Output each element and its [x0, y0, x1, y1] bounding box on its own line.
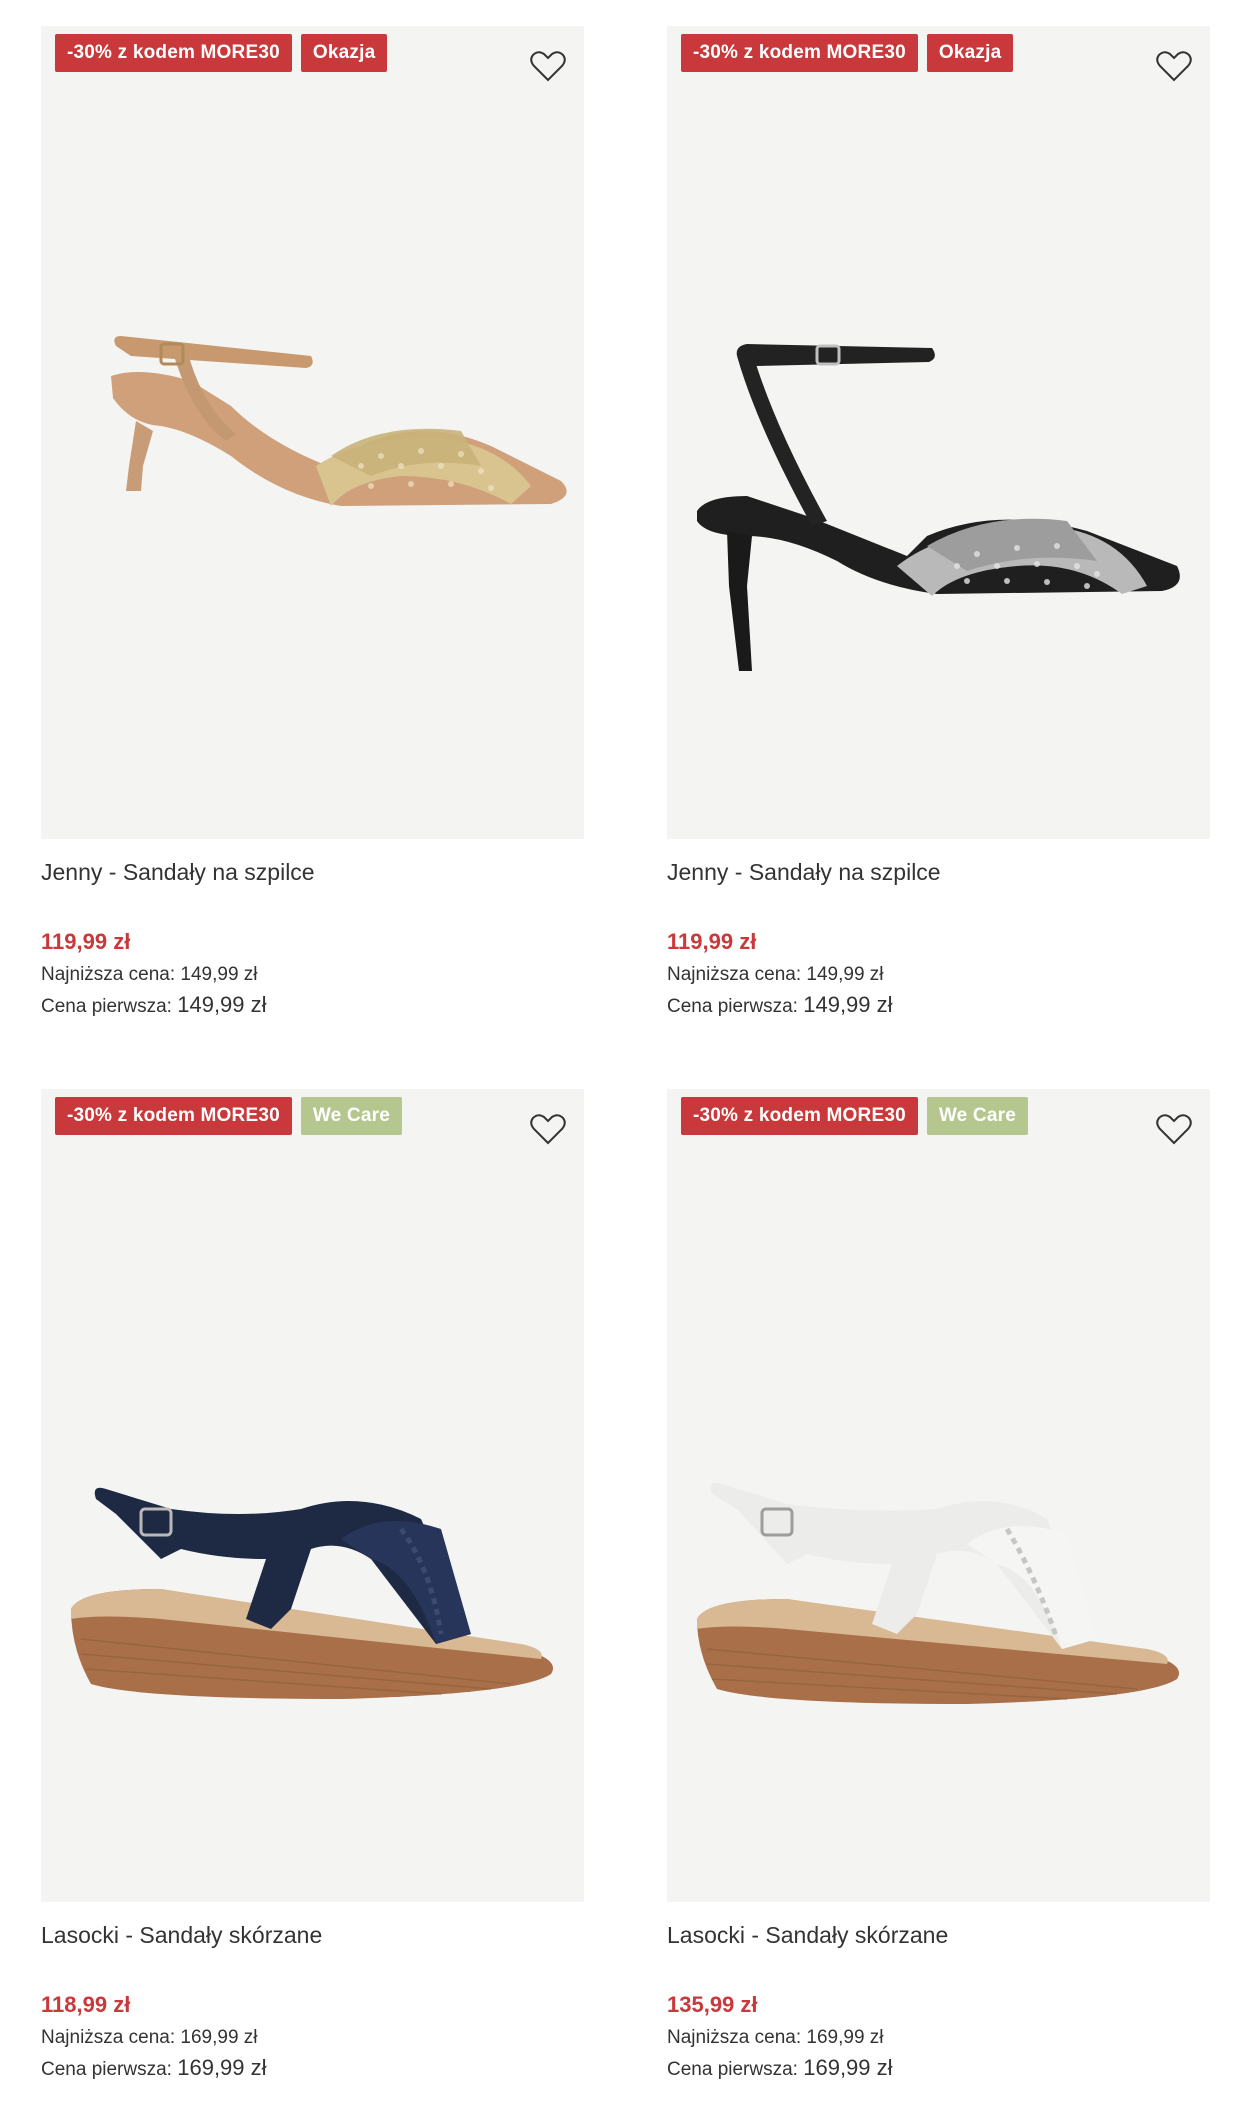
- first-price-value: 149,99 zł: [803, 992, 893, 1017]
- okazja-badge: Okazja: [926, 34, 1014, 72]
- lowest-price-value: 149,99 zł: [180, 964, 258, 985]
- product-card[interactable]: -30% z kodem MORE30 We Care Lasocki - Sa…: [667, 1089, 1210, 2085]
- product-card[interactable]: -30% z kodem MORE30 Okazja Jenny - Sanda…: [41, 26, 584, 1022]
- product-image-area[interactable]: -30% z kodem MORE30 We Care: [41, 1089, 584, 1902]
- first-price-line: Cena pierwsza: 169,99 zł: [41, 2053, 584, 2085]
- promo-badge: -30% z kodem MORE30: [55, 1097, 292, 1135]
- heart-outline-icon[interactable]: [1154, 46, 1194, 86]
- lowest-price-line: Najniższa cena: 149,99 zł: [41, 960, 584, 990]
- lowest-price-value: 169,99 zł: [806, 2027, 884, 2048]
- badge-group: -30% z kodem MORE30 We Care: [681, 1097, 1028, 1135]
- okazja-badge: Okazja: [300, 34, 388, 72]
- product-name[interactable]: Jenny - Sandały na szpilce: [41, 857, 584, 887]
- product-image[interactable]: [667, 26, 1210, 839]
- lowest-price-line: Najniższa cena: 169,99 zł: [667, 2023, 1210, 2053]
- lowest-price-line: Najniższa cena: 149,99 zł: [667, 960, 1210, 990]
- product-grid: -30% z kodem MORE30 Okazja Jenny - Sanda…: [0, 0, 1250, 2123]
- first-price-line: Cena pierwsza: 169,99 zł: [667, 2053, 1210, 2085]
- promo-badge: -30% z kodem MORE30: [681, 1097, 918, 1135]
- product-name[interactable]: Jenny - Sandały na szpilce: [667, 857, 1210, 887]
- heart-outline-icon[interactable]: [528, 1109, 568, 1149]
- product-image-area[interactable]: -30% z kodem MORE30 Okazja: [667, 26, 1210, 839]
- promo-badge: -30% z kodem MORE30: [681, 34, 918, 72]
- first-price-label: Cena pierwsza:: [41, 2059, 172, 2080]
- we-care-badge: We Care: [926, 1097, 1028, 1135]
- product-card[interactable]: -30% z kodem MORE30 Okazja Jenny - Sanda…: [667, 26, 1210, 1022]
- first-price-label: Cena pierwsza:: [41, 996, 172, 1017]
- product-price: 135,99 zł: [667, 1992, 758, 2017]
- badge-group: -30% z kodem MORE30 Okazja: [681, 34, 1014, 72]
- lowest-price-value: 169,99 zł: [180, 2027, 258, 2048]
- first-price-value: 169,99 zł: [177, 2055, 267, 2080]
- product-image[interactable]: [667, 1089, 1210, 1902]
- product-name[interactable]: Lasocki - Sandały skórzane: [41, 1920, 584, 1950]
- heart-outline-icon[interactable]: [1154, 1109, 1194, 1149]
- promo-badge: -30% z kodem MORE30: [55, 34, 292, 72]
- lowest-price-label: Najniższa cena:: [667, 964, 802, 985]
- first-price-line: Cena pierwsza: 149,99 zł: [667, 990, 1210, 1022]
- product-image-area[interactable]: -30% z kodem MORE30 Okazja: [41, 26, 584, 839]
- lowest-price-label: Najniższa cena:: [41, 964, 176, 985]
- first-price-label: Cena pierwsza:: [667, 2059, 798, 2080]
- product-image[interactable]: [41, 26, 584, 839]
- heart-outline-icon[interactable]: [528, 46, 568, 86]
- product-name[interactable]: Lasocki - Sandały skórzane: [667, 1920, 1210, 1950]
- product-card[interactable]: -30% z kodem MORE30 We Care Lasocki - Sa…: [41, 1089, 584, 2085]
- product-price: 119,99 zł: [41, 929, 131, 954]
- lowest-price-label: Najniższa cena:: [41, 2027, 176, 2048]
- we-care-badge: We Care: [300, 1097, 402, 1135]
- product-price: 119,99 zł: [667, 929, 757, 954]
- lowest-price-label: Najniższa cena:: [667, 2027, 802, 2048]
- first-price-value: 169,99 zł: [803, 2055, 893, 2080]
- badge-group: -30% z kodem MORE30 We Care: [55, 1097, 402, 1135]
- product-image[interactable]: [41, 1089, 584, 1902]
- product-price: 118,99 zł: [41, 1992, 131, 2017]
- first-price-value: 149,99 zł: [177, 992, 267, 1017]
- product-image-area[interactable]: -30% z kodem MORE30 We Care: [667, 1089, 1210, 1902]
- lowest-price-line: Najniższa cena: 169,99 zł: [41, 2023, 584, 2053]
- badge-group: -30% z kodem MORE30 Okazja: [55, 34, 388, 72]
- first-price-line: Cena pierwsza: 149,99 zł: [41, 990, 584, 1022]
- lowest-price-value: 149,99 zł: [806, 964, 884, 985]
- first-price-label: Cena pierwsza:: [667, 996, 798, 1017]
